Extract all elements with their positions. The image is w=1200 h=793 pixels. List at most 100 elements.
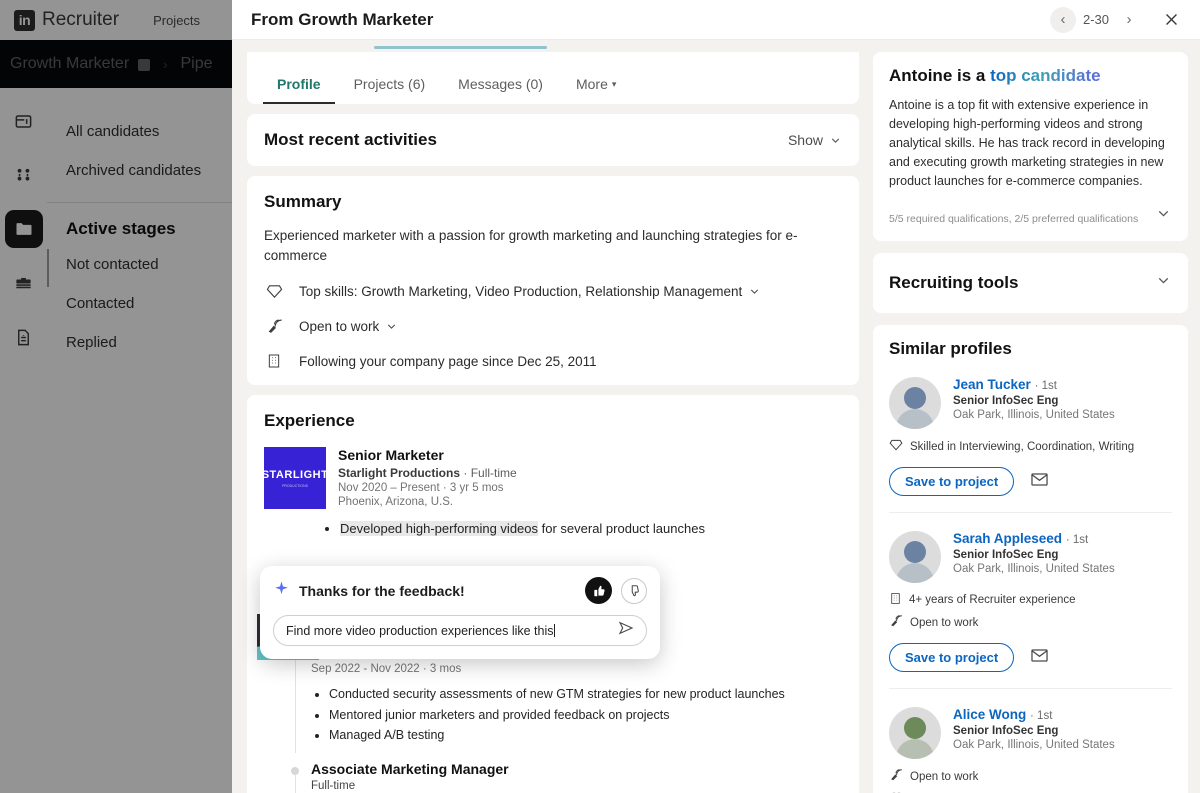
summary-skills-text: Top skills: Growth Marketing, Video Prod… [299, 284, 742, 299]
close-icon[interactable] [1156, 5, 1186, 35]
similar-profile-item: Jean Tucker · 1st Senior InfoSec Eng Oak… [889, 377, 1172, 513]
experience-company: Starlight Productions · Full-time [338, 466, 517, 480]
similar-profile-fact: Skilled in Interviewing, Coordination, W… [889, 438, 1172, 455]
recruiting-tools-card[interactable]: Recruiting tools [873, 253, 1188, 313]
activities-show-label: Show [788, 132, 823, 148]
open-to-work-icon [889, 614, 903, 631]
tab-profile-label: Profile [277, 76, 321, 92]
tab-more[interactable]: More ▾ [562, 76, 630, 104]
chevron-down-icon[interactable] [1155, 272, 1172, 294]
company-building-icon [264, 353, 284, 369]
modal-body: Profile Projects (6) Messages (0) More▾ … [232, 40, 1200, 793]
avatar [889, 707, 941, 759]
summary-row-following: Following your company page since Dec 25… [264, 353, 842, 369]
chevron-down-icon: ▾ [612, 79, 617, 89]
insight-footer: 5/5 required qualifications, 2/5 preferr… [889, 205, 1172, 227]
previous-profile-button[interactable]: ‹ [1050, 7, 1076, 33]
chevron-down-icon[interactable] [1155, 205, 1172, 227]
similar-profile-actions: Save to project [889, 467, 1172, 496]
similar-profiles-title: Similar profiles [889, 339, 1172, 359]
similar-profile-location: Oak Park, Illinois, United States [953, 563, 1115, 575]
profile-side-column: Antoine is a top candidate Antoine is a … [866, 40, 1200, 793]
similar-profile-role: Senior InfoSec Eng [953, 549, 1115, 561]
experience-location: Phoenix, Arizona, U.S. [338, 496, 517, 508]
similar-profile-fact: 4+ years of Recruiter experience [889, 592, 1172, 608]
thumbs-down-icon[interactable] [621, 578, 647, 604]
similar-profile-fact: Open to work [889, 768, 1172, 785]
company-logo-text: STARLIGHT [264, 469, 326, 481]
recent-activities-title: Most recent activities [264, 130, 788, 150]
similar-profile-name[interactable]: Sarah Appleseed · 1st [953, 531, 1115, 546]
experience-dates: Nov 2020 – Present · 3 yr 5 mos [338, 482, 517, 494]
modal-title: From Growth Marketer [251, 10, 1050, 30]
chevron-down-icon[interactable] [385, 320, 398, 333]
connection-degree: · 1st [1035, 380, 1057, 392]
experience-bullets: Developed high-performing videos for sev… [322, 519, 842, 539]
candidate-profile-modal: From Growth Marketer ‹ 2-30 › Profile [232, 0, 1200, 793]
avatar-head [904, 717, 926, 739]
similar-profile-fact: Open to work [889, 614, 1172, 631]
ai-feedback-header: Thanks for the feedback! [273, 577, 647, 604]
experience-title: Experience [264, 411, 842, 431]
tab-profile[interactable]: Profile [263, 76, 335, 104]
timeline-line [295, 645, 296, 753]
experience-role: Senior Marketer [338, 447, 517, 463]
summary-row-open-to-work: Open to work [264, 318, 842, 335]
experience-bullet: Developed high-performing videos for sev… [340, 519, 842, 539]
save-to-project-button[interactable]: Save to project [889, 643, 1014, 672]
company-logo-subtext: PRODUCTIONS [264, 484, 326, 488]
highlighted-phrase: Developed high-performing videos [340, 521, 538, 536]
skills-diamond-icon [264, 283, 284, 300]
envelope-icon[interactable] [1030, 646, 1049, 670]
insight-qualifications: 5/5 required qualifications, 2/5 preferr… [889, 212, 1155, 227]
similar-profile-actions: Save to project [889, 643, 1172, 672]
tab-projects[interactable]: Projects (6) [340, 76, 440, 104]
profile-pager: ‹ 2-30 › [1050, 7, 1142, 33]
envelope-icon[interactable] [1030, 470, 1049, 494]
profile-divider [889, 512, 1172, 513]
profile-divider [889, 688, 1172, 689]
ai-prompt-input[interactable]: Find more video production experiences l… [273, 615, 647, 646]
send-icon[interactable] [618, 620, 634, 641]
tab-more-label: More [576, 76, 608, 92]
pager-count: 2-30 [1080, 12, 1112, 27]
sub-role-bullets: Conducted security assessments of new GT… [311, 684, 785, 745]
tab-messages[interactable]: Messages (0) [444, 76, 557, 104]
summary-card: Summary Experienced marketer with a pass… [247, 176, 859, 385]
activities-show-toggle[interactable]: Show [788, 132, 842, 148]
sub-role-bullet: Mentored junior marketers and provided f… [329, 705, 785, 725]
open-to-work-icon [889, 768, 903, 785]
avatar-head [904, 387, 926, 409]
modal-scrim[interactable] [0, 0, 232, 793]
insight-body: Antoine is a top fit with extensive expe… [889, 96, 1172, 191]
next-profile-button[interactable]: › [1116, 7, 1142, 33]
chevron-down-icon[interactable] [748, 285, 761, 298]
sub-role-bullet: Managed A/B testing [329, 725, 785, 745]
avatar [889, 377, 941, 429]
similar-profile-fact-text: Skilled in Interviewing, Coordination, W… [910, 441, 1134, 453]
sub-role-employment: Full-time [311, 780, 546, 792]
experience-bullet-rest: for several product launches [538, 521, 705, 536]
similar-profile-fact-text: 4+ years of Recruiter experience [909, 594, 1076, 606]
save-to-project-button[interactable]: Save to project [889, 467, 1014, 496]
timeline-line [295, 775, 296, 793]
similar-profile-name[interactable]: Jean Tucker · 1st [953, 377, 1115, 392]
summary-row-skills: Top skills: Growth Marketing, Video Prod… [264, 283, 842, 300]
sub-role-title: Associate Marketing Manager [311, 761, 546, 777]
avatar-body [896, 409, 934, 429]
company-logo-starlight: STARLIGHT PRODUCTIONS [264, 447, 326, 509]
ai-feedback-popup: Thanks for the feedback! [260, 566, 660, 659]
tab-projects-label: Projects (6) [354, 76, 426, 92]
timeline-dot [291, 767, 299, 775]
sub-role-dates: Sep 2022 - Nov 2022 · 3 mos [311, 663, 785, 675]
avatar [889, 531, 941, 583]
similar-profile-name[interactable]: Alice Wong · 1st [953, 707, 1115, 722]
connection-degree: · 1st [1030, 710, 1052, 722]
recruiting-tools-title: Recruiting tools [889, 273, 1155, 293]
similar-profile-item: Sarah Appleseed · 1st Senior InfoSec Eng… [889, 531, 1172, 689]
company-building-icon [889, 592, 902, 608]
similar-profile-role: Senior InfoSec Eng [953, 395, 1115, 407]
similar-profile-role: Senior InfoSec Eng [953, 725, 1115, 737]
thumbs-up-icon[interactable] [585, 577, 612, 604]
ai-feedback-message: Thanks for the feedback! [299, 583, 576, 599]
